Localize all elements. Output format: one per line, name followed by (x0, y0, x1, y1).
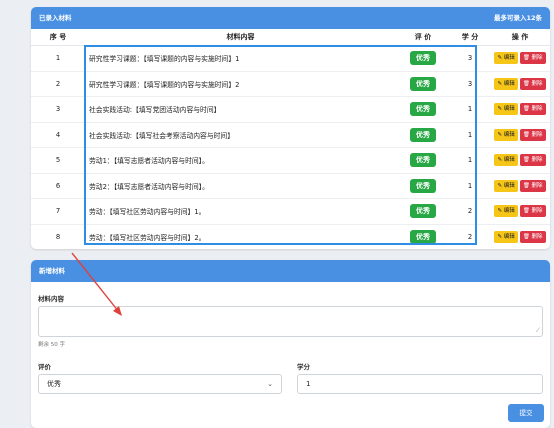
column-header-credit: 学 分 (450, 29, 490, 46)
rating-badge: 优秀 (410, 204, 436, 219)
edit-button[interactable]: ✎ 编辑 (494, 230, 518, 243)
row-credit: 3 (450, 71, 490, 97)
row-credit: 2 (450, 224, 490, 249)
rating-badge: 优秀 (410, 76, 436, 91)
row-number: 2 (31, 71, 85, 97)
row-rating: 优秀 (396, 96, 450, 123)
credit-input[interactable]: 1 (297, 374, 543, 394)
row-rating: 优秀 (396, 122, 450, 148)
new-material-card: 新增材料 (31, 260, 550, 428)
edit-button[interactable]: ✎ 编辑 (494, 154, 518, 167)
table-row: 3 社会实践活动:【填写党团活动内容与时间】 优秀 1 ✎ 编辑 🗑 删除 (31, 96, 550, 123)
row-credit: 1 (450, 122, 490, 148)
row-content: 研究性学习课题：【填写课题的内容与实施时间】1 (85, 45, 396, 72)
chevron-down-icon: ⌄ (267, 380, 273, 388)
edit-button[interactable]: ✎ 编辑 (494, 52, 518, 65)
materials-table: 序 号 材料内容 评 价 学 分 操 作 1 研究性学习课题：【填写课题的内容与实… (31, 29, 550, 249)
row-actions: ✎ 编辑 🗑 删除 (490, 122, 550, 148)
row-actions: ✎ 编辑 🗑 删除 (490, 71, 550, 97)
materials-list-title: 已录入材料 (39, 14, 72, 22)
content-textarea[interactable]: ⟋ (38, 306, 543, 337)
row-credit: 1 (450, 147, 490, 174)
table-row: 1 研究性学习课题：【填写课题的内容与实施时间】1 优秀 3 ✎ 编辑 🗑 删除 (31, 45, 550, 72)
row-actions: ✎ 编辑 🗑 删除 (490, 224, 550, 249)
row-actions: ✎ 编辑 🗑 删除 (490, 198, 550, 225)
delete-button[interactable]: 🗑 删除 (519, 179, 546, 192)
new-material-title: 新增材料 (39, 267, 65, 275)
delete-button[interactable]: 🗑 删除 (519, 103, 546, 116)
table-row: 4 社会实践活动:【填写社会考察活动内容与时间】 优秀 1 ✎ 编辑 🗑 删除 (31, 122, 550, 148)
row-rating: 优秀 (396, 173, 450, 199)
row-number: 5 (31, 147, 85, 174)
rating-badge: 优秀 (410, 153, 436, 168)
row-number: 6 (31, 173, 85, 199)
max-entries-note: 最多可录入12条 (493, 14, 542, 22)
delete-button[interactable]: 🗑 删除 (519, 52, 546, 65)
edit-button[interactable]: ✎ 编辑 (494, 103, 518, 116)
delete-button[interactable]: 🗑 删除 (519, 230, 546, 243)
rating-label: 评价 (38, 363, 51, 371)
column-header-rating: 评 价 (396, 29, 450, 46)
table-row: 2 研究性学习课题：【填写课题的内容与实施时间】2 优秀 3 ✎ 编辑 🗑 删除 (31, 71, 550, 97)
row-content: 研究性学习课题：【填写课题的内容与实施时间】2 (85, 71, 396, 97)
content-label: 材料内容 (38, 295, 64, 303)
row-actions: ✎ 编辑 🗑 删除 (490, 45, 550, 72)
row-credit: 2 (450, 198, 490, 225)
row-number: 8 (31, 224, 85, 249)
rating-badge: 优秀 (410, 229, 436, 244)
row-actions: ✎ 编辑 🗑 删除 (490, 173, 550, 199)
new-material-header: 新增材料 (31, 260, 550, 282)
delete-button[interactable]: 🗑 删除 (519, 77, 546, 90)
row-number: 3 (31, 96, 85, 123)
credit-input-value: 1 (306, 380, 311, 388)
row-credit: 1 (450, 173, 490, 199)
delete-button[interactable]: 🗑 删除 (519, 128, 546, 141)
row-number: 7 (31, 198, 85, 225)
edit-button[interactable]: ✎ 编辑 (494, 128, 518, 141)
table-row: 7 劳动：【填写社区劳动内容与时间】1。 优秀 2 ✎ 编辑 🗑 删除 (31, 198, 550, 225)
row-content: 社会实践活动:【填写社会考察活动内容与时间】 (85, 122, 396, 148)
row-rating: 优秀 (396, 224, 450, 249)
row-content: 劳动：【填写社区劳动内容与时间】1。 (85, 198, 396, 225)
delete-button[interactable]: 🗑 删除 (519, 154, 546, 167)
table-header-row: 序 号 材料内容 评 价 学 分 操 作 (31, 29, 550, 46)
row-content: 社会实践活动:【填写党团活动内容与时间】 (85, 96, 396, 123)
remaining-chars-hint: 剩余 50 字 (38, 342, 65, 348)
row-content: 劳动1：【填写志愿者活动内容与时间】。 (85, 147, 396, 174)
edit-button[interactable]: ✎ 编辑 (494, 179, 518, 192)
materials-list-card: 已录入材料 最多可录入12条 序 号 材料内容 评 价 学 分 操 作 1 研究性… (31, 7, 550, 249)
row-content: 劳动2：【填写志愿者活动内容与时间】。 (85, 173, 396, 199)
rating-select-value: 优秀 (47, 380, 61, 388)
edit-button[interactable]: ✎ 编辑 (494, 77, 518, 90)
submit-button[interactable]: 提交 (508, 404, 544, 422)
delete-button[interactable]: 🗑 删除 (519, 205, 546, 218)
row-rating: 优秀 (396, 45, 450, 72)
credit-label: 学分 (297, 363, 310, 371)
table-row: 6 劳动2：【填写志愿者活动内容与时间】。 优秀 1 ✎ 编辑 🗑 删除 (31, 173, 550, 199)
row-actions: ✎ 编辑 🗑 删除 (490, 96, 550, 123)
rating-badge: 优秀 (410, 178, 436, 193)
row-credit: 1 (450, 96, 490, 123)
column-header-number: 序 号 (31, 29, 85, 46)
row-rating: 优秀 (396, 147, 450, 174)
row-content: 劳动：【填写社区劳动内容与时间】2。 (85, 224, 396, 249)
row-rating: 优秀 (396, 71, 450, 97)
column-header-actions: 操 作 (490, 29, 550, 46)
row-rating: 优秀 (396, 198, 450, 225)
rating-select[interactable]: 优秀 ⌄ (38, 374, 282, 394)
row-number: 4 (31, 122, 85, 148)
table-row: 5 劳动1：【填写志愿者活动内容与时间】。 优秀 1 ✎ 编辑 🗑 删除 (31, 147, 550, 174)
materials-list-header: 已录入材料 最多可录入12条 (31, 7, 550, 29)
rating-badge: 优秀 (410, 102, 436, 117)
edit-button[interactable]: ✎ 编辑 (494, 205, 518, 218)
row-number: 1 (31, 45, 85, 72)
row-credit: 3 (450, 45, 490, 72)
rating-badge: 优秀 (410, 51, 436, 66)
row-actions: ✎ 编辑 🗑 删除 (490, 147, 550, 174)
table-row: 8 劳动：【填写社区劳动内容与时间】2。 优秀 2 ✎ 编辑 🗑 删除 (31, 224, 550, 249)
resize-handle-icon[interactable]: ⟋ (536, 327, 540, 335)
rating-badge: 优秀 (410, 127, 436, 142)
column-header-content: 材料内容 (85, 29, 396, 46)
